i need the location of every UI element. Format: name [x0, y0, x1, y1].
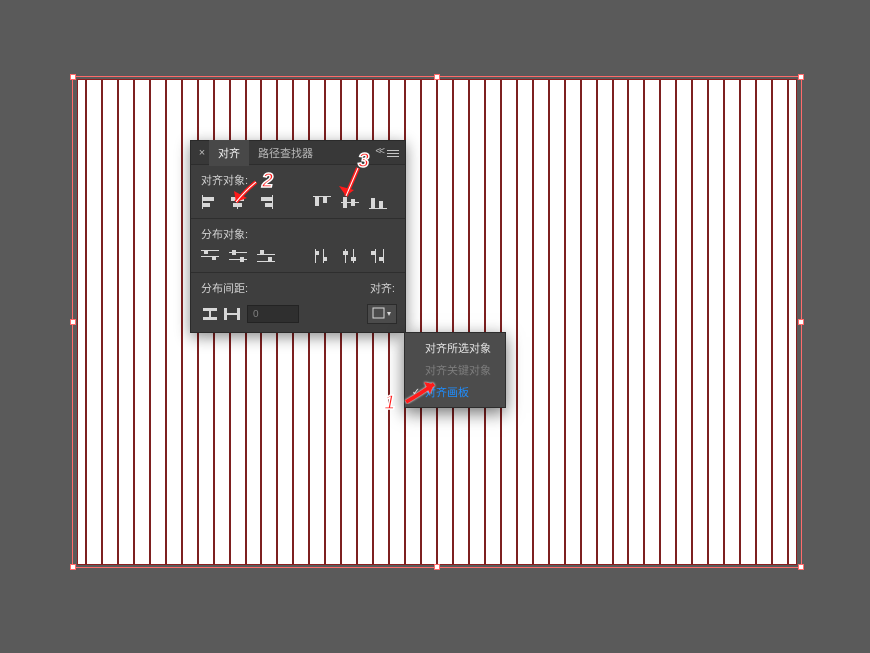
dist-vspacing-icon[interactable]	[199, 305, 221, 323]
align-left-icon[interactable]	[199, 193, 221, 211]
popup-align-key-object: 对齐关键对象	[405, 359, 505, 381]
row-align-objects	[191, 190, 405, 218]
spacing-input[interactable]: 0	[247, 305, 299, 323]
close-icon[interactable]: ×	[195, 147, 209, 159]
dist-right-icon[interactable]	[367, 247, 389, 265]
panel-menu-icon[interactable]	[387, 148, 399, 159]
align-to-popup[interactable]: 对齐所选对象 对齐关键对象 ✓对齐画板	[404, 332, 506, 408]
align-to-dropdown[interactable]	[367, 304, 397, 324]
dist-left-icon[interactable]	[311, 247, 333, 265]
align-top-icon[interactable]	[311, 193, 333, 211]
spacing-value: 0	[253, 309, 259, 320]
resize-handle-se[interactable]	[798, 564, 804, 570]
resize-handle-s[interactable]	[434, 564, 440, 570]
resize-handle-ne[interactable]	[798, 74, 804, 80]
popup-align-artboard[interactable]: ✓对齐画板	[405, 381, 505, 403]
resize-handle-sw[interactable]	[70, 564, 76, 570]
label-distribute-spacing: 分布间距:	[191, 273, 345, 298]
row-distribute-objects	[191, 244, 405, 272]
artboard[interactable]	[78, 80, 796, 564]
align-right-icon[interactable]	[255, 193, 277, 211]
label-align-to: 对齐:	[345, 273, 405, 298]
label-align-objects: 对齐对象:	[191, 165, 405, 190]
label-distribute-objects: 分布对象:	[191, 219, 405, 244]
dist-hcenter-icon[interactable]	[339, 247, 361, 265]
dist-top-icon[interactable]	[199, 247, 221, 265]
resize-handle-e[interactable]	[798, 319, 804, 325]
align-panel[interactable]: × 对齐 路径查找器 << 对齐对象: 分布对象:	[190, 140, 406, 333]
resize-handle-nw[interactable]	[70, 74, 76, 80]
panel-header: × 对齐 路径查找器 <<	[191, 141, 405, 165]
tab-align[interactable]: 对齐	[209, 140, 249, 166]
align-vcenter-icon[interactable]	[339, 193, 361, 211]
artboard-selection	[78, 80, 796, 564]
align-bottom-icon[interactable]	[367, 193, 389, 211]
dist-hspacing-icon[interactable]	[221, 305, 243, 323]
checkmark-icon: ✓	[411, 387, 421, 398]
collapse-icon[interactable]: <<	[375, 146, 383, 157]
popup-align-selection[interactable]: 对齐所选对象	[405, 337, 505, 359]
align-hcenter-icon[interactable]	[227, 193, 249, 211]
row-bottom: 0	[191, 298, 405, 332]
vertical-stripes-group[interactable]	[78, 80, 796, 564]
resize-handle-w[interactable]	[70, 319, 76, 325]
dist-vcenter-icon[interactable]	[227, 247, 249, 265]
dist-bottom-icon[interactable]	[255, 247, 277, 265]
tab-pathfinder[interactable]: 路径查找器	[249, 140, 322, 166]
